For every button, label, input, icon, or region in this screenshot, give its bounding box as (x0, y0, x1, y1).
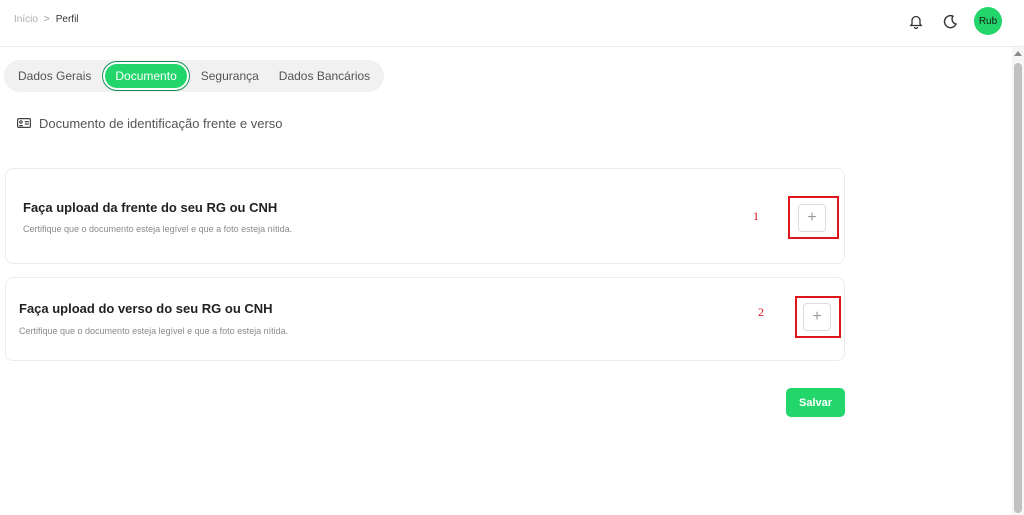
upload-back-button[interactable]: + (803, 303, 831, 331)
tab-seguranca[interactable]: Segurança (191, 64, 269, 88)
tab-documento[interactable]: Documento (105, 64, 187, 88)
bell-icon[interactable] (906, 11, 926, 31)
avatar[interactable]: Rub (974, 7, 1002, 35)
upload-front-button[interactable]: + (798, 204, 826, 232)
scroll-up-arrow-icon[interactable] (1014, 51, 1022, 56)
id-card-icon (17, 116, 32, 131)
breadcrumb-home-link[interactable]: Início (14, 14, 38, 25)
breadcrumb-separator: > (43, 14, 50, 25)
vertical-scrollbar[interactable] (1012, 47, 1024, 515)
save-button[interactable]: Salvar (786, 388, 845, 417)
upload-front-title: Faça upload da frente do seu RG ou CNH (23, 200, 278, 215)
top-bar: Início > Perfil Rub (0, 0, 1024, 47)
tab-dados-gerais[interactable]: Dados Gerais (8, 64, 101, 88)
annotation-marker-1: 1 (753, 209, 759, 223)
upload-front-card: Faça upload da frente do seu RG ou CNH C… (5, 168, 845, 264)
section-title: Documento de identificação frente e vers… (39, 116, 283, 131)
upload-front-description: Certifique que o documento esteja legíve… (23, 224, 293, 234)
upload-back-description: Certifique que o documento esteja legíve… (19, 326, 289, 336)
annotation-marker-2: 2 (758, 305, 764, 319)
scroll-thumb[interactable] (1014, 63, 1022, 513)
tab-dados-bancarios[interactable]: Dados Bancários (269, 64, 380, 88)
profile-tabs: Dados Gerais Documento Segurança Dados B… (4, 60, 385, 92)
breadcrumb: Início > Perfil (14, 14, 79, 25)
plus-icon: + (807, 209, 817, 226)
header-actions: Rub (906, 7, 1002, 35)
upload-back-title: Faça upload do verso do seu RG ou CNH (19, 301, 273, 316)
breadcrumb-current: Perfil (55, 14, 79, 25)
upload-back-card: Faça upload do verso do seu RG ou CNH Ce… (5, 277, 845, 361)
moon-icon[interactable] (940, 11, 960, 31)
section-heading: Documento de identificação frente e vers… (17, 116, 283, 131)
plus-icon: + (812, 308, 822, 325)
